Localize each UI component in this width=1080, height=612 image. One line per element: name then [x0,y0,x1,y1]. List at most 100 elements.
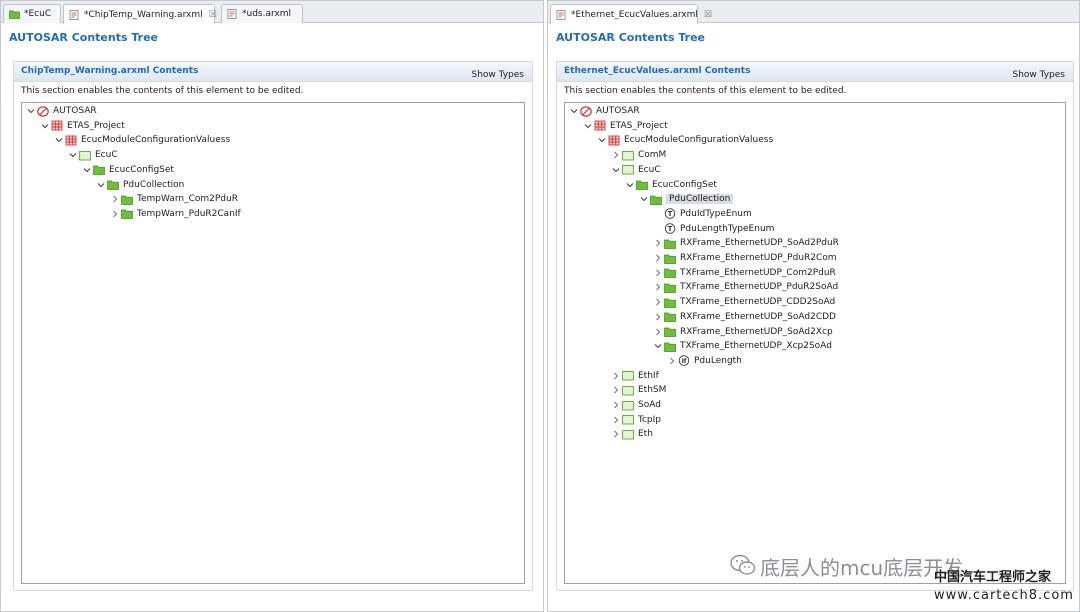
tree-node-label: PduLength [694,355,742,366]
chevron-right-icon[interactable] [610,414,622,426]
tree-node[interactable]: T PduIdTypeEnum [652,207,752,221]
page-title: AUTOSAR Contents Tree [556,31,705,44]
chevron-right-icon[interactable] [610,428,622,440]
tree-node[interactable]: If PduLength [666,354,742,368]
tree-node[interactable]: EthSM [610,383,666,397]
contents-tree[interactable]: AUTOSAR ETAS_Project EcucModuleConfigurati… [21,102,525,584]
close-icon[interactable]: ☒ [209,10,217,20]
package-icon [608,135,620,146]
chevron-down-icon[interactable] [568,105,580,117]
tree-node[interactable]: ETAS_Project [39,119,125,133]
chevron-down-icon[interactable] [596,134,608,146]
tree-node-label: RXFrame_EthernetUDP_SoAd2Xcp [680,326,833,337]
chevron-right-icon[interactable] [666,355,678,367]
tree-node-label: ETAS_Project [610,120,668,131]
tree-node-label: PduCollection [666,194,734,205]
chevron-down-icon[interactable] [582,120,594,132]
module-icon [622,150,634,161]
chevron-down-icon[interactable] [81,164,93,176]
chevron-right-icon[interactable] [652,252,664,264]
chevron-right-icon[interactable] [610,384,622,396]
enum-param-icon: T [664,223,676,234]
tree-node-label: TempWarn_Com2PduR [137,194,238,205]
tab-label: *Ethernet_EcucValues.arxml [571,9,698,20]
tree-node[interactable]: PduCollection [638,192,734,206]
tree-node[interactable]: EcucModuleConfigurationValuess [596,133,773,147]
tree-node[interactable]: TempWarn_PduR2CanIf [109,207,241,221]
tree-node-label: EcucModuleConfigurationValuess [81,135,231,146]
tab-uds[interactable]: *uds.arxml [221,4,303,23]
tree-node[interactable]: TempWarn_Com2PduR [109,192,238,206]
chevron-down-icon[interactable] [25,105,37,117]
tree-node[interactable]: EcucConfigSet [81,163,174,177]
tree-node[interactable]: EthIf [610,369,659,383]
chevron-right-icon[interactable] [652,267,664,279]
chevron-right-icon[interactable] [610,149,622,161]
contents-section: Ethernet_EcucValues.arxml Contents Show … [556,61,1074,591]
tree-node[interactable]: TXFrame_EthernetUDP_CDD2SoAd [652,295,835,309]
tree-node[interactable]: SoAd [610,398,661,412]
section-title[interactable]: ChipTemp_Warning.arxml Contents [21,66,198,76]
chevron-down-icon[interactable] [95,179,107,191]
section-header: ChipTemp_Warning.arxml Contents Show Typ… [14,62,532,82]
tree-node[interactable]: TcpIp [610,413,661,427]
tree-node[interactable]: RXFrame_EthernetUDP_PduR2Com [652,251,837,265]
left-editor: *EcuC *ChipTemp_Warning.arxml ☒ *uds.arx… [0,0,544,612]
tree-node[interactable]: TXFrame_EthernetUDP_Xcp2SoAd [652,339,832,353]
close-icon[interactable]: ☒ [704,10,712,20]
tab-chiptemp-warning[interactable]: *ChipTemp_Warning.arxml ☒ [63,4,217,24]
chevron-right-icon[interactable] [610,370,622,382]
chevron-right-icon[interactable] [109,193,121,205]
show-types-link[interactable]: Show Types [1012,70,1065,80]
folder-icon [664,297,676,308]
chevron-down-icon[interactable] [67,149,79,161]
tree-node[interactable]: TXFrame_EthernetUDP_Com2PduR [652,266,836,280]
chevron-right-icon[interactable] [652,281,664,293]
chevron-right-icon[interactable] [652,296,664,308]
tree-node[interactable]: AUTOSAR [568,104,640,118]
tab-ethernet-ecucvalues[interactable]: *Ethernet_EcucValues.arxml ☒ [550,4,712,24]
chevron-right-icon[interactable] [652,326,664,338]
chevron-down-icon[interactable] [652,340,664,352]
chevron-right-icon[interactable] [652,311,664,323]
tree-node[interactable]: RXFrame_EthernetUDP_SoAd2CDD [652,310,836,324]
tree-node[interactable]: ETAS_Project [582,119,668,133]
folder-icon [664,238,676,249]
tree-node[interactable]: PduCollection [95,178,184,192]
tree-node[interactable]: EcuC [610,163,661,177]
chevron-right-icon[interactable] [109,208,121,220]
tree-node[interactable]: TXFrame_EthernetUDP_PduR2SoAd [652,280,838,294]
tree-node-label: TXFrame_EthernetUDP_Com2PduR [680,267,836,278]
tree-node-label: TXFrame_EthernetUDP_PduR2SoAd [680,282,839,293]
chevron-down-icon[interactable] [638,193,650,205]
page-title: AUTOSAR Contents Tree [9,31,158,44]
show-types-link[interactable]: Show Types [471,70,524,80]
contents-tree[interactable]: AUTOSAR ETAS_Project EcucModuleConfigurati… [564,102,1066,584]
chevron-right-icon[interactable] [610,399,622,411]
tab-label: *EcuC [24,9,52,19]
folder-icon [93,164,105,176]
tree-node[interactable]: EcucConfigSet [624,178,717,192]
tree-node[interactable]: EcuC [67,148,118,162]
chevron-right-icon[interactable] [652,237,664,249]
tree-node[interactable]: T PduLengthTypeEnum [652,222,774,236]
tree-node[interactable]: RXFrame_EthernetUDP_SoAd2Xcp [652,325,833,339]
folder-icon [636,179,648,190]
tab-ecuc[interactable]: *EcuC [3,4,61,23]
chevron-down-icon[interactable] [624,179,636,191]
tree-node[interactable]: RXFrame_EthernetUDP_SoAd2PduR [652,236,839,250]
module-icon [622,414,634,425]
svg-text:T: T [668,210,673,218]
tree-node-label: EcucConfigSet [652,179,717,190]
tree-node[interactable]: EcucModuleConfigurationValuess [53,133,230,147]
watermark-site-url: www.cartech8.com [934,588,1074,603]
chevron-down-icon[interactable] [39,120,51,132]
tree-node[interactable]: Eth [610,427,653,441]
section-title[interactable]: Ethernet_EcucValues.arxml Contents [564,66,750,76]
chevron-down-icon[interactable] [610,164,622,176]
tree-node[interactable]: ComM [610,148,666,162]
module-icon [622,385,634,396]
tree-node[interactable]: AUTOSAR [25,104,97,118]
chevron-down-icon[interactable] [53,134,65,146]
